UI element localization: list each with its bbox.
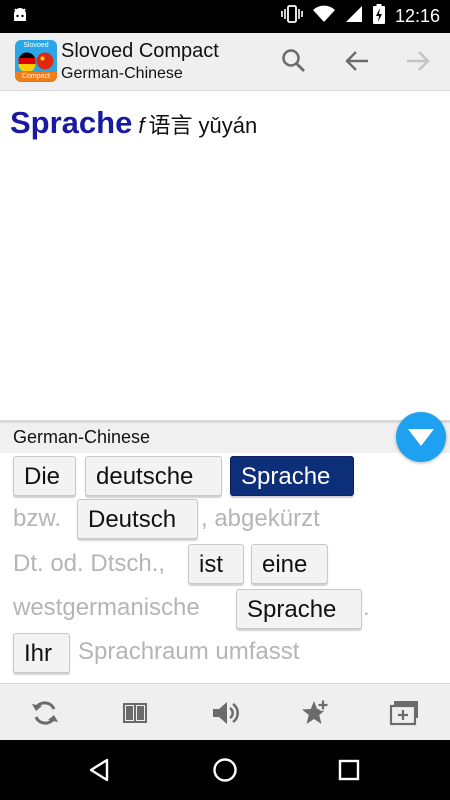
back-arrow-icon [345,51,368,71]
word-chip[interactable]: Die [13,456,76,496]
word-chip[interactable]: eine [251,544,328,584]
sentence-text: Dt. od. Dtsch., [13,550,166,577]
back-triangle-icon [89,758,109,782]
word-chip[interactable]: Sprache [236,589,362,629]
logo-bottom-text: Compact [15,72,57,81]
pronounce-button[interactable] [205,696,245,730]
book-icon [123,703,147,723]
sentence-text: bzw. [13,505,62,532]
dictionary-direction[interactable]: German-Chinese [61,65,183,83]
sentence-text: , abgekürzt [201,505,320,532]
entry-line: Sprache f 语言 yǔyán [10,105,257,141]
sentence-text: Sprachraum umfasst [78,638,300,665]
forward-button[interactable] [400,43,436,79]
forward-arrow-icon [407,51,430,71]
word-chip[interactable]: deutsche [85,456,222,496]
status-bar: 12:16 [0,0,450,33]
logo-top-text: Slovoed [23,42,49,49]
panel-title: German-Chinese [13,427,151,447]
gender-label: f [138,113,145,138]
system-nav-bar [0,740,450,800]
refresh-button[interactable] [25,696,65,730]
refresh-icon [32,701,58,725]
search-icon [282,49,305,72]
chevron-down-icon [408,429,434,446]
example-sentence: Die deutsche Sprache bzw. Deutsch , abge… [0,453,450,683]
nav-recents-button[interactable] [333,754,365,786]
home-circle-icon [213,758,237,782]
nav-back-button[interactable] [83,754,115,786]
recents-square-icon [338,759,360,781]
sentence-text: . [363,594,370,621]
headword: Sprache [10,105,133,140]
status-time: 12:16 [394,6,440,26]
panel-header: German-Chinese [0,423,450,453]
battery-icon [372,4,385,29]
bottom-toolbar [0,683,450,741]
speaker-icon [213,702,239,724]
pinyin: yǔyán [198,113,258,138]
word-chip[interactable]: Deutsch [77,499,198,539]
app-bar: Slovoed Compact Slovoed Compact German-C… [0,33,450,91]
entry-view: Sprache f 语言 yǔyán [0,91,450,420]
add-favorite-icon [302,699,329,724]
nav-home-button[interactable] [209,754,241,786]
search-button[interactable] [276,43,312,79]
translation: 语言 [148,113,193,138]
dictionary-button[interactable] [115,696,155,730]
app-title: Slovoed Compact [61,40,219,62]
signal-icon [345,5,363,28]
word-chip-selected[interactable]: Sprache [230,456,354,496]
sentence-text: westgermanische [13,594,200,621]
app-logo: Slovoed Compact [15,40,57,82]
back-button[interactable] [339,43,375,79]
vibrate-icon [281,5,303,28]
add-to-favorites-button[interactable] [295,696,335,730]
add-card-button[interactable] [385,696,425,730]
android-icon [10,6,30,31]
add-card-icon [389,701,418,726]
word-chip[interactable]: Ihr [13,633,70,673]
wifi-icon [312,5,335,28]
word-chip[interactable]: ist [188,544,244,584]
